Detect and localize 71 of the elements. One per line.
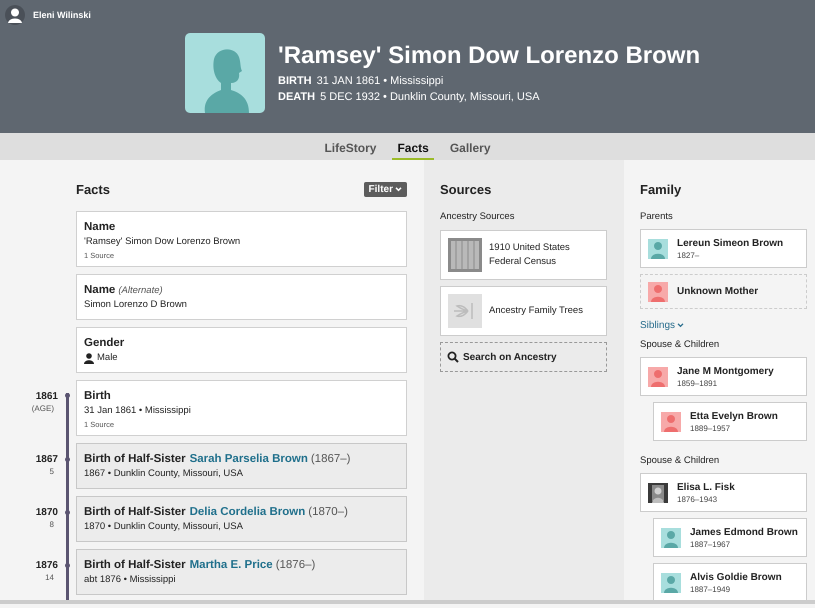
person-name: 'Ramsey' Simon Dow Lorenzo Brown <box>278 42 700 70</box>
timeline-age: 5 <box>50 466 55 478</box>
timeline-age: (AGE) <box>32 403 55 415</box>
search-icon <box>447 351 459 363</box>
section-title: Sources <box>440 182 492 197</box>
event-value: 5 DEC 1932 • Dunklin County, Missouri, USA <box>320 91 540 103</box>
avatar-silhouette-icon <box>185 33 265 113</box>
fact-title: Gender <box>84 336 126 351</box>
fact-value: Simon Lorenzo D Brown <box>84 298 187 312</box>
fact-value: 31 Jan 1861 • Mississippi <box>84 404 191 418</box>
subsection-label: Spouse & Children <box>640 455 720 466</box>
fact-value: 'Ramsey' Simon Dow Lorenzo Brown <box>84 235 240 249</box>
chevron-icon <box>395 187 402 192</box>
fact-card[interactable]: Gender Male <box>76 327 407 373</box>
source-card[interactable]: Ancestry Family Trees <box>440 286 607 336</box>
filter-button[interactable]: Filter <box>364 182 407 197</box>
user-icon[interactable] <box>5 5 25 25</box>
siblings-toggle[interactable]: Siblings <box>640 320 684 331</box>
document-thumbnail-icon <box>448 238 482 272</box>
event-label: DEATH <box>278 91 316 103</box>
event-value: 31 JAN 1861 • Mississippi <box>316 75 444 87</box>
person-icon <box>84 352 94 364</box>
person-silhouette-icon <box>648 366 668 386</box>
subsection-label: Parents <box>640 211 674 222</box>
person-silhouette-icon <box>648 282 668 302</box>
person-card[interactable]: Alvis Goldie Brown 1887–1949 <box>653 563 807 600</box>
fact-value: abt 1876 • Mississippi <box>84 573 176 587</box>
fact-card[interactable]: Birth of Half-Sister Sarah Parselia Brown (1867–) 1867 • Dunklin County, Missouri, USA <box>76 443 407 489</box>
event-label: BIRTH <box>278 75 312 87</box>
person-card[interactable]: Etta Evelyn Brown 1889–1957 <box>653 402 807 441</box>
person-silhouette-icon <box>661 412 681 432</box>
person-card[interactable]: James Edmond Brown 1887–1967 <box>653 518 807 557</box>
section-title: Facts <box>76 182 110 197</box>
fact-title: Name (Alternate) <box>84 283 164 298</box>
person-silhouette-icon <box>648 238 668 258</box>
fact-card[interactable]: Birth of Half-Sister Martha E. Price (1876–) abt 1876 • Mississippi <box>76 549 407 595</box>
subsection-label: Spouse & Children <box>640 339 720 350</box>
subsection-label: Ancestry Sources <box>440 211 516 222</box>
fact-title: Birth of Half-Sister Martha E. Price (1876–) <box>84 558 316 573</box>
fact-card[interactable]: Name (Alternate) Simon Lorenzo D Brown <box>76 274 407 320</box>
timeline-year: 1861 <box>36 390 58 403</box>
leaf-icon <box>448 294 482 328</box>
fact-value: 1867 • Dunklin County, Missouri, USA <box>84 467 243 481</box>
person-card[interactable]: Jane M Montgomery 1859–1891 <box>640 357 807 396</box>
fact-title: Birth of Half-Sister Delia Cordelia Brown (1870–) <box>84 505 349 520</box>
person-card[interactable]: Elisa L. Fisk 1876–1943 <box>640 473 807 512</box>
fact-value: 1870 • Dunklin County, Missouri, USA <box>84 520 243 534</box>
fact-card[interactable]: Birth of Half-Sister Delia Cordelia Brown (1870–) 1870 • Dunklin County, Missouri, USA <box>76 496 407 542</box>
timeline-year: 1876 <box>36 559 58 572</box>
person-link[interactable]: Martha E. Price <box>190 559 273 571</box>
source-card[interactable]: 1910 United States Federal Census <box>440 230 607 280</box>
person-link[interactable]: Sarah Parselia Brown <box>190 453 308 465</box>
timeline-year: 1870 <box>36 506 58 519</box>
person-card[interactable]: Lereun Simeon Brown 1827– <box>640 229 807 268</box>
chevron-icon <box>677 323 684 328</box>
timeline-age: 14 <box>45 572 55 584</box>
timeline-year: 1867 <box>36 453 58 466</box>
timeline-age: 8 <box>50 519 55 531</box>
tab[interactable]: LifeStory <box>322 133 378 160</box>
fact-title: Birth of Half-Sister Sarah Parselia Brown (1867–) <box>84 452 352 467</box>
user-name[interactable]: Eleni Wilinski <box>33 10 91 20</box>
search-button[interactable]: Search on Ancestry <box>440 342 607 372</box>
section-title: Family <box>640 182 682 197</box>
person-link[interactable]: Delia Cordelia Brown <box>190 506 306 518</box>
fact-title: Name <box>84 220 116 235</box>
fact-title: Birth <box>84 389 112 404</box>
person-card[interactable]: Unknown Mother <box>640 274 807 309</box>
tab[interactable]: Gallery <box>448 133 493 160</box>
person-silhouette-icon <box>661 572 681 592</box>
fact-value: Male <box>97 351 118 365</box>
person-silhouette-icon <box>661 528 681 548</box>
